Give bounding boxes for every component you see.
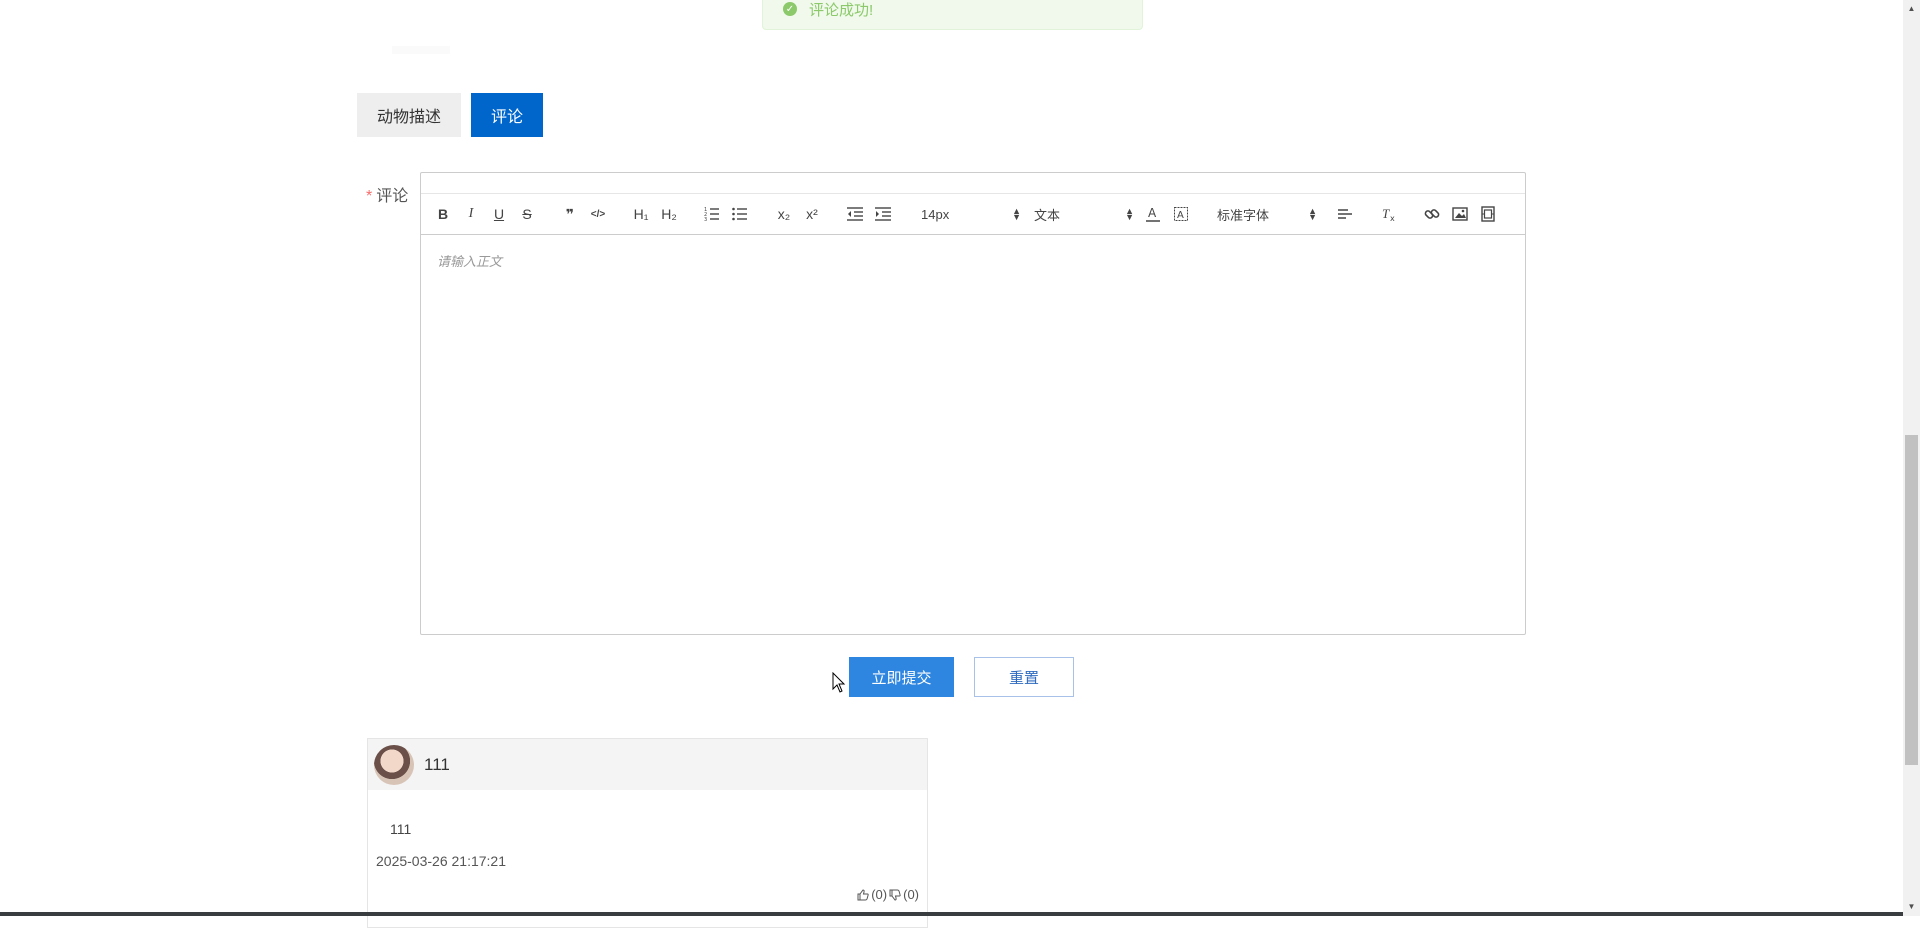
- image-button[interactable]: [1448, 194, 1472, 234]
- blockquote-button[interactable]: ❞: [558, 194, 582, 234]
- bottom-edge-bar: [0, 912, 1903, 916]
- bullet-list-button[interactable]: [728, 194, 752, 234]
- avatar: [374, 744, 414, 785]
- editor-placeholder: 请输入正文: [437, 254, 503, 269]
- comment-username: 111: [424, 754, 450, 774]
- subscript-button[interactable]: x₂: [772, 194, 796, 234]
- like-count: (0): [871, 887, 888, 902]
- scrollbar-thumb[interactable]: [1905, 435, 1918, 765]
- bullet-list-icon: [732, 207, 747, 221]
- indent-icon: [875, 207, 891, 221]
- background-color-icon: A: [1174, 207, 1188, 221]
- header-format-select[interactable]: 文本 ▲ ▼: [1034, 194, 1134, 234]
- check-circle-icon: ✓: [783, 2, 797, 16]
- comment-actions: (0) (0): [857, 887, 919, 902]
- outdent-button[interactable]: [843, 194, 867, 234]
- required-mark: *: [366, 188, 373, 205]
- italic-button[interactable]: I: [459, 194, 483, 234]
- ordered-list-button[interactable]: 123: [700, 194, 724, 234]
- editor-content-area[interactable]: 请输入正文: [421, 235, 1525, 635]
- background-color-button[interactable]: A: [1169, 194, 1193, 234]
- video-icon: [1481, 206, 1495, 222]
- tab-bar: 动物描述 评论: [357, 93, 543, 137]
- svg-text:T: T: [1382, 206, 1390, 221]
- comment-field-label: * 评论: [366, 182, 408, 206]
- font-color-button[interactable]: A: [1141, 194, 1165, 234]
- faint-divider: [392, 46, 450, 54]
- font-size-select[interactable]: 14px ▲ ▼: [921, 194, 1021, 234]
- strikethrough-button[interactable]: S: [515, 194, 539, 234]
- font-color-icon: A: [1146, 206, 1160, 222]
- font-size-value: 14px: [921, 206, 950, 222]
- reset-button[interactable]: 重置: [974, 657, 1074, 697]
- link-icon: [1424, 209, 1440, 219]
- toast-message: 评论成功!: [809, 1, 874, 19]
- select-arrows-icon: ▲ ▼: [1012, 206, 1021, 222]
- outdent-icon: [847, 207, 863, 221]
- scroll-down-arrow-icon[interactable]: ▼: [1903, 898, 1920, 914]
- clear-format-icon: Tx: [1382, 206, 1395, 222]
- clear-format-button[interactable]: Tx: [1377, 194, 1401, 234]
- align-left-icon: [1338, 209, 1352, 219]
- select-arrows-icon: ▲ ▼: [1125, 206, 1134, 222]
- video-button[interactable]: [1476, 194, 1500, 234]
- heading1-button[interactable]: H₁: [629, 194, 653, 234]
- svg-text:3: 3: [704, 217, 707, 221]
- tab-comments[interactable]: 评论: [471, 93, 543, 137]
- mouse-cursor-icon: [832, 672, 846, 693]
- editor-top-border: [421, 173, 1525, 194]
- success-toast: ✓ 评论成功!: [762, 0, 1143, 30]
- comment-timestamp: 2025-03-26 21:17:21: [376, 853, 506, 869]
- link-button[interactable]: [1420, 194, 1444, 234]
- comment-content: 111: [390, 821, 412, 837]
- align-button[interactable]: [1333, 194, 1357, 234]
- font-family-select[interactable]: 标准字体 ▲ ▼: [1217, 194, 1317, 234]
- svg-text:A: A: [1177, 210, 1184, 221]
- thumbs-down-icon[interactable]: [889, 889, 901, 901]
- svg-text:A: A: [1148, 206, 1157, 220]
- underline-button[interactable]: U: [487, 194, 511, 234]
- rich-text-editor: B I U S ❞ </> H₁ H₂ 123 x₂ x² 14px ▲ ▼ 文本…: [420, 172, 1526, 635]
- image-icon: [1452, 207, 1468, 221]
- indent-button[interactable]: [871, 194, 895, 234]
- thumbs-up-icon[interactable]: [857, 888, 869, 901]
- comment-header: 111: [368, 739, 927, 790]
- editor-toolbar: B I U S ❞ </> H₁ H₂ 123 x₂ x² 14px ▲ ▼ 文本…: [421, 194, 1525, 235]
- tab-animal-description[interactable]: 动物描述: [357, 93, 461, 137]
- bold-button[interactable]: B: [431, 194, 455, 234]
- submit-button[interactable]: 立即提交: [849, 657, 954, 697]
- header-format-value: 文本: [1034, 207, 1061, 223]
- comment-card: 111 111 2025-03-26 21:17:21 (0) (0): [367, 738, 928, 928]
- svg-text:x: x: [1390, 214, 1395, 222]
- font-family-value: 标准字体: [1217, 207, 1270, 223]
- ordered-list-icon: 123: [704, 207, 719, 221]
- superscript-button[interactable]: x²: [800, 194, 824, 234]
- select-arrows-icon: ▲ ▼: [1308, 206, 1317, 222]
- comment-label-text: 评论: [376, 188, 409, 205]
- scroll-up-arrow-icon[interactable]: ▲: [1903, 0, 1920, 16]
- dislike-count: (0): [903, 887, 919, 902]
- code-block-button[interactable]: </>: [586, 194, 610, 234]
- heading2-button[interactable]: H₂: [657, 194, 681, 234]
